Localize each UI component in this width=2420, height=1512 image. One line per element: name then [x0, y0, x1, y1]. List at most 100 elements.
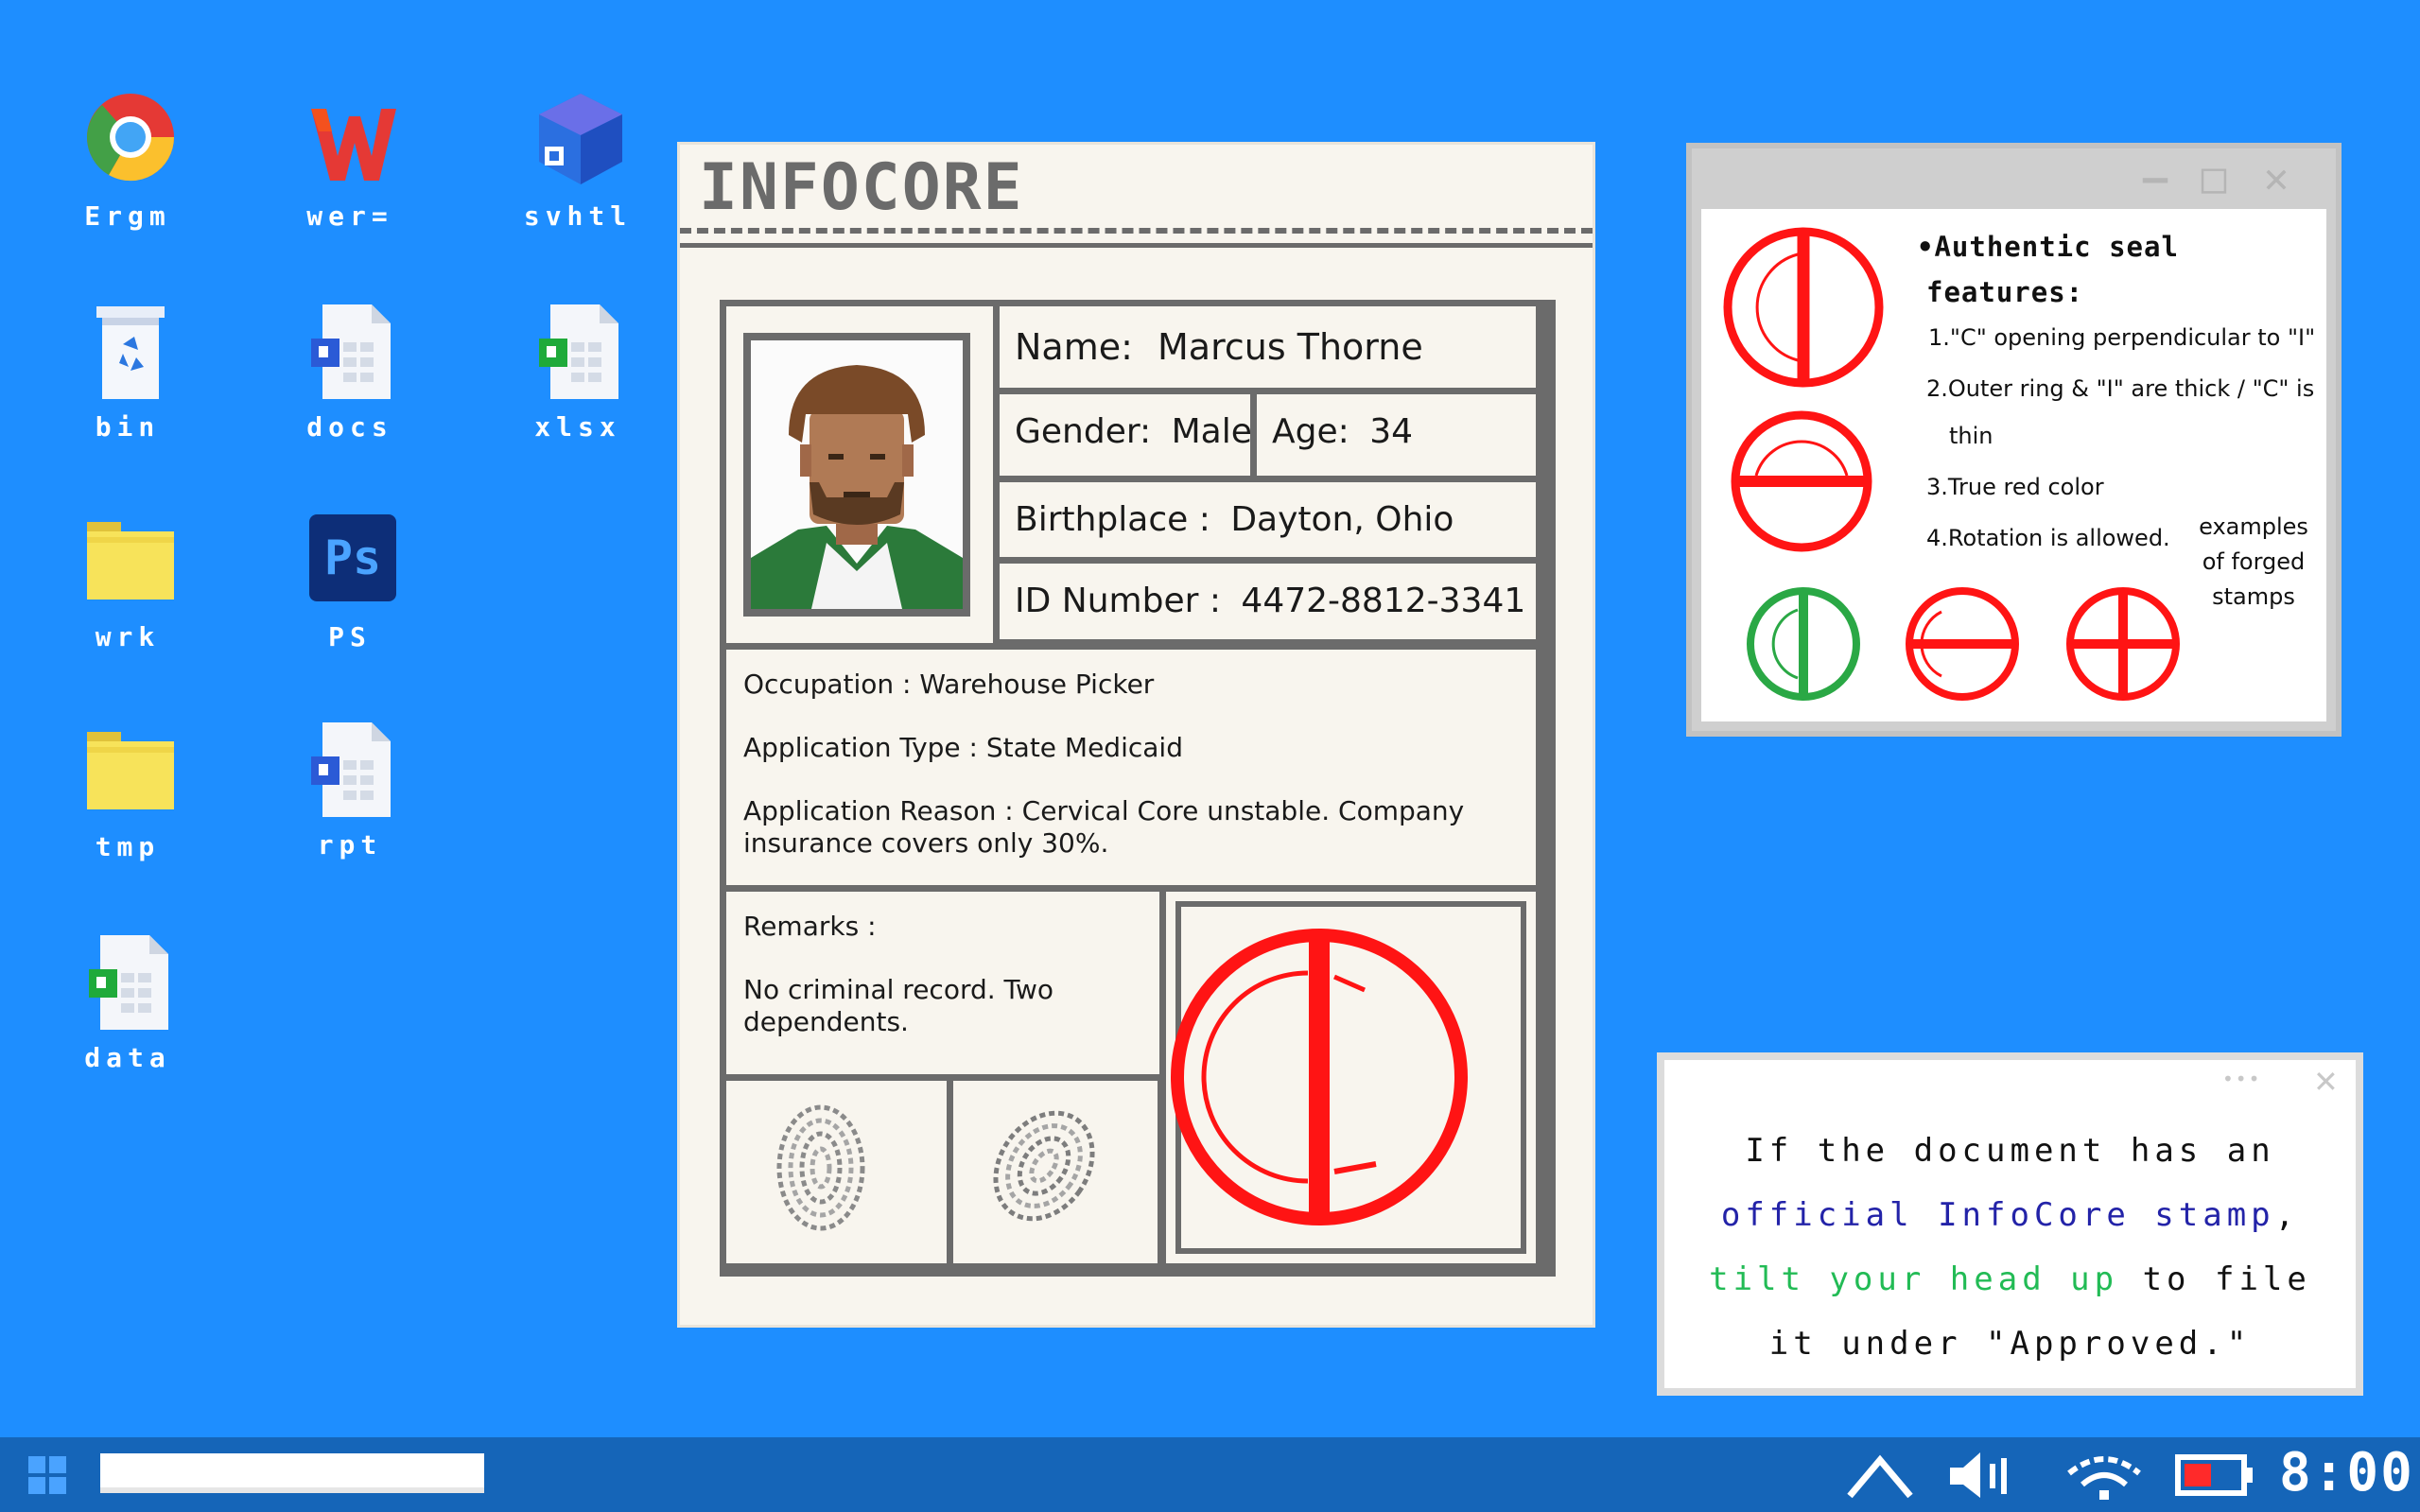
hint-popup[interactable]: ••• ✕ If the document has an official In…: [1657, 1052, 2363, 1396]
taskbar-search-input[interactable]: [100, 1453, 484, 1493]
hint-line-1: If the document has an: [1745, 1132, 2275, 1170]
title-divider: [680, 243, 1593, 248]
word-doc-icon: [311, 304, 391, 399]
hint-line-3: tilt your head up to file: [1664, 1247, 2356, 1312]
birthplace-value: Dayton, Ohio: [1230, 500, 1454, 539]
authentic-seal-icon: [1723, 227, 1884, 388]
desktop-icon-wps[interactable]: wer=: [279, 90, 421, 269]
feature-item: 3.True red color: [1926, 474, 2104, 500]
taskbar-clock: 8:00: [2279, 1442, 2414, 1503]
taskbar: 8:00: [0, 1437, 2420, 1512]
desktop-icon-label: svhtl: [523, 200, 633, 232]
desktop-icon-word-doc-2[interactable]: rpt: [279, 719, 421, 898]
hint-text: If the document has an official InfoCore…: [1664, 1119, 2356, 1376]
applicant-photo: [751, 340, 963, 609]
bullet: •: [1917, 231, 1935, 263]
more-options-icon[interactable]: •••: [2222, 1068, 2261, 1090]
close-button[interactable]: ✕: [2313, 1064, 2339, 1100]
application-type-value: State Medicaid: [985, 732, 1183, 763]
battery-icon[interactable]: [2175, 1454, 2255, 1496]
cube-app-icon: [539, 94, 622, 184]
heading-line-2: features:: [1926, 276, 2084, 308]
desktop-icon-recycle-bin[interactable]: bin: [57, 301, 199, 480]
hint-stamp-phrase: official InfoCore stamp: [1720, 1196, 2275, 1234]
forged-cross-seal-icon: [2066, 587, 2180, 701]
id-card-frame: Name: Marcus Thorne Gender: Male Age: 34…: [720, 300, 1556, 1277]
id-number-label: ID Number :: [1015, 582, 1221, 620]
age-value: 34: [1369, 412, 1414, 451]
forged-red-seal-icon: [1906, 587, 2019, 701]
feature-item: 4.Rotation is allowed.: [1926, 525, 2170, 551]
heading-line-1: Authentic seal: [1934, 231, 2179, 263]
title-dashed-divider: [680, 228, 1593, 234]
photo-frame: [743, 333, 970, 617]
forged-green-seal-icon: [1747, 587, 1860, 701]
recycle-bin-icon: [96, 306, 165, 399]
seal-guide-body: •Authentic seal features: 1."C" opening …: [1701, 209, 2326, 721]
name-field: Name: Marcus Thorne: [1000, 306, 1536, 388]
hint-line-2-tail: ,: [2274, 1196, 2300, 1234]
caption-line: of forged: [2202, 548, 2306, 575]
photoshop-glyph-text: Ps: [323, 530, 382, 585]
minimize-button[interactable]: —: [2134, 158, 2176, 200]
occupation-line: Occupation : Warehouse Picker: [743, 669, 1536, 701]
remarks-value: No criminal record. Two dependents.: [743, 974, 1054, 1037]
occupation-value: Warehouse Picker: [919, 669, 1155, 700]
hint-line-2: official InfoCore stamp,: [1664, 1183, 2356, 1247]
desktop-icon-label: bin: [95, 411, 161, 443]
desktop-icon-word-doc-1[interactable]: docs: [279, 301, 421, 480]
infocore-stamp-icon: [1171, 929, 1468, 1225]
desktop-icon-label: wer=: [306, 200, 393, 232]
desktop-icon-cube-app[interactable]: svhtl: [507, 90, 649, 269]
remarks-label: Remarks :: [743, 911, 877, 942]
close-button[interactable]: ✕: [2255, 158, 2297, 200]
desktop-icon-folder-2[interactable]: tmp: [57, 721, 199, 900]
gender-field: Gender: Male: [1000, 394, 1252, 476]
photoshop-icon: Ps: [309, 514, 396, 601]
desktop-icon-label: docs: [306, 411, 393, 443]
desktop-icon-label: PS: [328, 621, 372, 652]
id-number-field: ID Number : 4472-8812-3341: [1000, 564, 1536, 639]
birthplace-label: Birthplace :: [1015, 500, 1210, 539]
folder-icon: [87, 732, 174, 809]
id-number-value: 4472-8812-3341: [1241, 582, 1526, 620]
application-type-line: Application Type : State Medicaid: [743, 732, 1536, 764]
forged-stamps-caption: examples of forged stamps: [2193, 510, 2314, 615]
fingerprint-left: [726, 1081, 947, 1263]
name-label: Name:: [1015, 326, 1133, 368]
stamp-box[interactable]: [1166, 892, 1536, 1263]
hint-action-phrase: tilt your head up: [1709, 1260, 2119, 1298]
browser-icon: [86, 94, 175, 182]
volume-icon[interactable]: [1948, 1449, 2014, 1502]
applicant-portrait-icon: [751, 340, 963, 609]
desktop-icon-spreadsheet-1[interactable]: xlsx: [507, 301, 649, 480]
feature-item: thin: [1949, 423, 1993, 449]
wifi-icon[interactable]: [1844, 1449, 1916, 1502]
fingerprint-icon: [993, 1110, 1095, 1222]
spreadsheet-icon: [539, 304, 618, 399]
desktop-icon-folder-1[interactable]: wrk: [57, 511, 199, 690]
feature-item: 1."C" opening perpendicular to "I": [1928, 324, 2316, 351]
desktop-icon-label: tmp: [95, 831, 161, 862]
infocore-document[interactable]: INFOCORE Name: Marcus Thorne Gender: Mal…: [677, 142, 1595, 1328]
maximize-button[interactable]: □: [2193, 158, 2235, 200]
fingerprint-icon: [776, 1104, 865, 1231]
authentic-seal-rotated-icon: [1731, 410, 1872, 552]
name-value: Marcus Thorne: [1158, 326, 1423, 368]
desktop-icon-photoshop[interactable]: Ps PS: [279, 511, 421, 690]
seal-guide-window[interactable]: — □ ✕ •Authentic seal features: 1."C" op…: [1686, 143, 2342, 737]
desktop-icon-label: rpt: [317, 829, 383, 860]
document-title: INFOCORE: [699, 150, 1024, 225]
hint-line-3-tail: to file: [2118, 1260, 2311, 1298]
application-reason-label: Application Reason :: [743, 795, 1014, 826]
spreadsheet-icon: [89, 935, 168, 1030]
wps-icon: [311, 109, 396, 181]
start-menu-icon[interactable]: [28, 1456, 68, 1496]
remarks-box: Remarks : No criminal record. Two depend…: [726, 892, 1159, 1074]
photo-cell: [726, 306, 993, 643]
network-icon[interactable]: [2062, 1449, 2147, 1502]
desktop-icon-browser[interactable]: Ergm: [57, 90, 199, 269]
application-type-label: Application Type :: [743, 732, 978, 763]
hint-line-4: it under "Approved.": [1768, 1325, 2252, 1363]
desktop-icon-spreadsheet-2[interactable]: data: [57, 931, 199, 1111]
